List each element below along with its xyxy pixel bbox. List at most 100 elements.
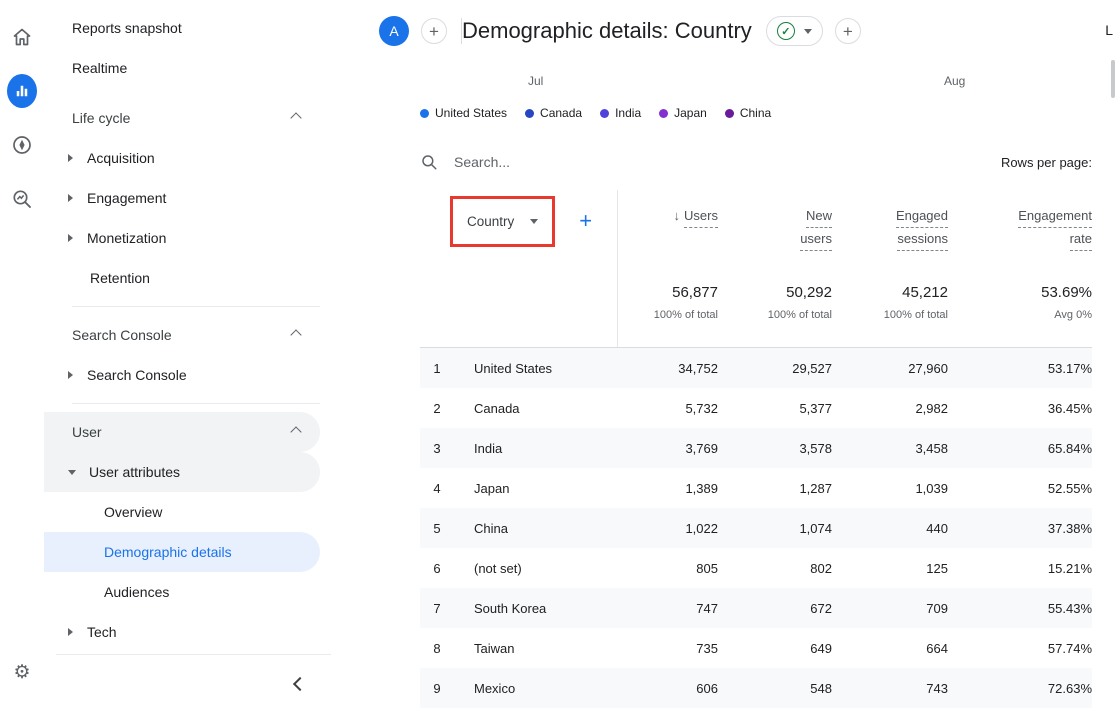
row-country: Canada bbox=[454, 401, 618, 416]
sidebar-item-label: Overview bbox=[104, 504, 162, 520]
legend-label: China bbox=[740, 106, 771, 120]
sidebar-item-acquisition[interactable]: Acquisition bbox=[44, 138, 320, 178]
legend-dot bbox=[525, 109, 534, 118]
sidebar-item-realtime[interactable]: Realtime bbox=[44, 48, 320, 88]
axis-label-aug: Aug bbox=[944, 74, 965, 88]
sidebar-item-user-attributes[interactable]: User attributes bbox=[44, 452, 320, 492]
table-row[interactable]: 6 (not set) 805 802 125 15.21% bbox=[420, 548, 1092, 588]
table-row[interactable]: 1 United States 34,752 29,527 27,960 53.… bbox=[420, 348, 1092, 388]
check-badge-icon: ✓ bbox=[777, 22, 795, 40]
row-country: United States bbox=[454, 361, 618, 376]
row-users: 5,732 bbox=[618, 401, 718, 416]
row-engagement-rate: 53.17% bbox=[948, 361, 1092, 376]
legend-item[interactable]: India bbox=[600, 106, 641, 120]
search-input[interactable] bbox=[452, 153, 1001, 171]
column-label: rate bbox=[1070, 228, 1092, 251]
section-label: User bbox=[72, 424, 102, 440]
table-row[interactable]: 5 China 1,022 1,074 440 37.38% bbox=[420, 508, 1092, 548]
add-comparison-button[interactable]: + bbox=[421, 18, 447, 44]
sidebar-item-label: User attributes bbox=[89, 464, 180, 480]
sidebar-section-search-console[interactable]: Search Console bbox=[44, 315, 320, 355]
nav-rail: ⚙ bbox=[0, 0, 44, 712]
explore-icon[interactable] bbox=[7, 130, 37, 160]
totals-users: 56,877100% of total bbox=[618, 272, 718, 347]
sidebar-section-user[interactable]: User bbox=[44, 412, 320, 452]
column-header-users[interactable]: ↓Users bbox=[618, 190, 718, 272]
row-new-users: 5,377 bbox=[718, 401, 832, 416]
add-dimension-button[interactable]: + bbox=[579, 208, 592, 234]
legend-dot bbox=[600, 109, 609, 118]
sidebar-item-label: Retention bbox=[90, 270, 150, 286]
search-icon bbox=[420, 153, 438, 171]
column-header-engaged-sessions[interactable]: Engaged sessions bbox=[832, 190, 948, 272]
table-row[interactable]: 7 South Korea 747 672 709 55.43% bbox=[420, 588, 1092, 628]
dimension-header-cell: Country + bbox=[420, 190, 618, 272]
sidebar-item-reports-snapshot[interactable]: Reports snapshot bbox=[44, 8, 320, 48]
sidebar-item-engagement[interactable]: Engagement bbox=[44, 178, 320, 218]
sidebar-item-monetization[interactable]: Monetization bbox=[44, 218, 320, 258]
row-engaged-sessions: 125 bbox=[832, 561, 948, 576]
table-row[interactable]: 4 Japan 1,389 1,287 1,039 52.55% bbox=[420, 468, 1092, 508]
expand-arrow-icon bbox=[68, 194, 73, 202]
chevron-up-icon bbox=[290, 426, 301, 437]
sort-descending-icon: ↓ bbox=[674, 208, 681, 223]
sidebar-section-life-cycle[interactable]: Life cycle bbox=[44, 98, 320, 138]
legend-item[interactable]: Japan bbox=[659, 106, 707, 120]
legend-dot bbox=[420, 109, 429, 118]
row-new-users: 29,527 bbox=[718, 361, 832, 376]
row-rank: 7 bbox=[420, 601, 454, 616]
avatar[interactable]: A bbox=[379, 16, 409, 46]
totals-dimension-cell bbox=[420, 272, 618, 347]
row-engaged-sessions: 664 bbox=[832, 641, 948, 656]
row-rank: 5 bbox=[420, 521, 454, 536]
table-row[interactable]: 8 Taiwan 735 649 664 57.74% bbox=[420, 628, 1092, 668]
column-header-engagement-rate[interactable]: Engagement rate bbox=[948, 190, 1092, 272]
row-engaged-sessions: 1,039 bbox=[832, 481, 948, 496]
settings-gear-icon[interactable]: ⚙ bbox=[13, 661, 30, 684]
advertising-icon[interactable] bbox=[7, 184, 37, 214]
country-dimension-dropdown[interactable]: Country bbox=[453, 199, 552, 244]
header-plus-button[interactable]: + bbox=[835, 18, 861, 44]
sidebar-item-retention[interactable]: Retention bbox=[44, 258, 320, 298]
expand-arrow-icon bbox=[68, 154, 73, 162]
totals-new-users: 50,292100% of total bbox=[718, 272, 832, 347]
legend-item[interactable]: China bbox=[725, 106, 771, 120]
dropdown-caret-icon bbox=[530, 219, 538, 224]
legend-dot bbox=[659, 109, 668, 118]
row-engaged-sessions: 709 bbox=[832, 601, 948, 616]
sidebar-item-label: Acquisition bbox=[87, 150, 155, 166]
row-new-users: 672 bbox=[718, 601, 832, 616]
row-country: South Korea bbox=[454, 601, 618, 616]
sidebar-item-audiences[interactable]: Audiences bbox=[44, 572, 320, 612]
sidebar-item-demographic-details[interactable]: Demographic details bbox=[44, 532, 320, 572]
home-icon[interactable] bbox=[7, 22, 37, 52]
table-row[interactable]: 9 Mexico 606 548 743 72.63% bbox=[420, 668, 1092, 708]
sidebar-item-label: Tech bbox=[87, 624, 117, 640]
collapse-sidebar-icon[interactable] bbox=[293, 676, 307, 690]
row-new-users: 1,287 bbox=[718, 481, 832, 496]
report-status-control[interactable]: ✓ bbox=[766, 16, 823, 46]
row-rank: 8 bbox=[420, 641, 454, 656]
legend-item[interactable]: United States bbox=[420, 106, 507, 120]
column-label: Engaged bbox=[896, 205, 948, 228]
sidebar-footer bbox=[56, 654, 331, 712]
row-rank: 2 bbox=[420, 401, 454, 416]
reports-icon[interactable] bbox=[7, 76, 37, 106]
row-users: 735 bbox=[618, 641, 718, 656]
sidebar-item-search-console[interactable]: Search Console bbox=[44, 355, 320, 395]
sidebar-item-overview[interactable]: Overview bbox=[44, 492, 320, 532]
axis-label-jul: Jul bbox=[528, 74, 543, 88]
table-row[interactable]: 2 Canada 5,732 5,377 2,982 36.45% bbox=[420, 388, 1092, 428]
legend-label: Japan bbox=[674, 106, 707, 120]
row-engagement-rate: 57.74% bbox=[948, 641, 1092, 656]
column-header-new-users[interactable]: New users bbox=[718, 190, 832, 272]
row-new-users: 1,074 bbox=[718, 521, 832, 536]
sidebar-item-label: Search Console bbox=[87, 367, 187, 383]
sidebar-item-label: Audiences bbox=[104, 584, 169, 600]
sidebar-item-tech[interactable]: Tech bbox=[44, 612, 320, 652]
legend-item[interactable]: Canada bbox=[525, 106, 582, 120]
collapse-arrow-icon bbox=[68, 470, 76, 475]
table-row[interactable]: 3 India 3,769 3,578 3,458 65.84% bbox=[420, 428, 1092, 468]
row-engagement-rate: 55.43% bbox=[948, 601, 1092, 616]
column-label: users bbox=[800, 228, 832, 251]
